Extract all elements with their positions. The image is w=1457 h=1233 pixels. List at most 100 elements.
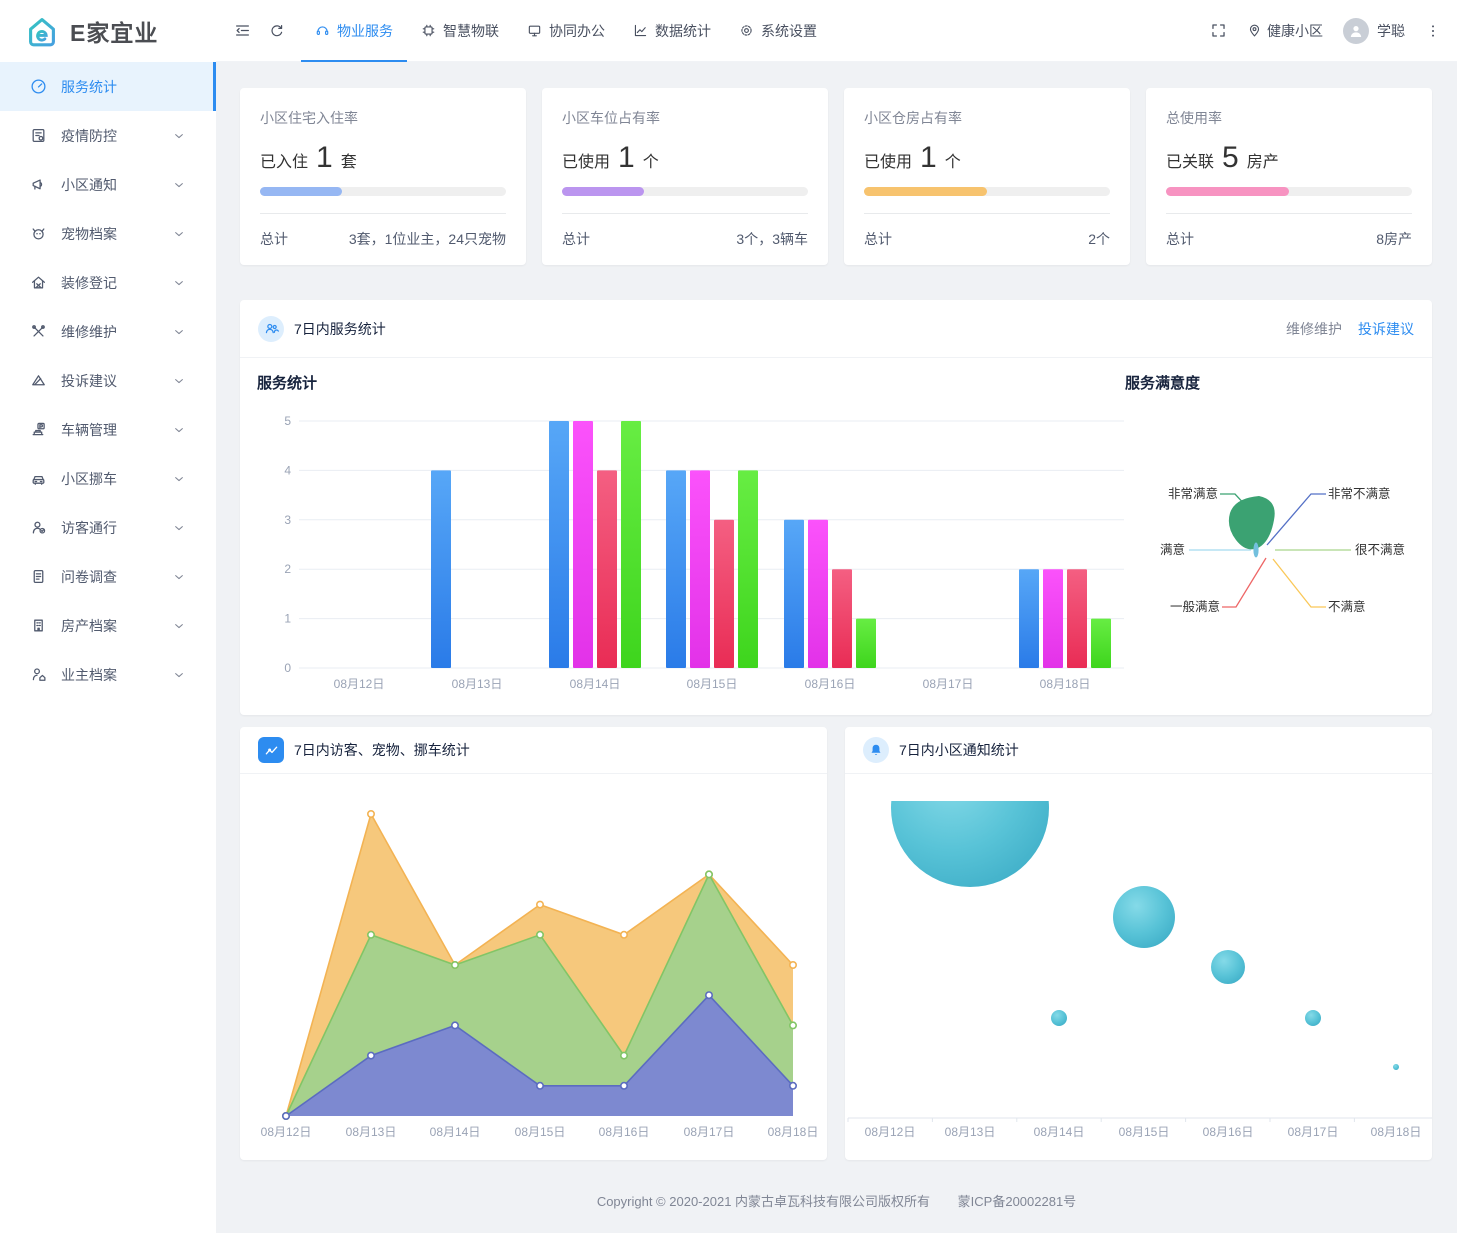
- notice-panel-body: 08月12日 08月13日 08月14日 08月15日 08月16日 08月17日 08月1…: [845, 774, 1432, 1161]
- footer: Copyright © 2020-2021 内蒙古卓瓦科技有限公司版权所有 蒙I…: [216, 1191, 1457, 1210]
- x-axis-tick: 08月12日: [865, 1125, 916, 1139]
- tab-4[interactable]: 系统设置: [725, 0, 831, 62]
- stat-card-1: 小区车位占有率 已使用 1 个总计 3个，3辆车: [542, 88, 828, 265]
- tab-label: 数据统计: [655, 22, 711, 39]
- tab-1[interactable]: 智慧物联: [407, 0, 513, 62]
- data-point: [788, 1021, 797, 1030]
- sidebar-item-5[interactable]: 维修维护: [0, 307, 216, 356]
- sidebar-item-4[interactable]: 装修登记: [0, 258, 216, 307]
- bar-series1: [1019, 569, 1039, 668]
- location-pin-icon: [1247, 23, 1262, 38]
- data-point: [451, 1021, 460, 1030]
- notice-panel-title: 7日内小区通知统计: [899, 742, 1019, 758]
- topbar: 物业服务 智慧物联 协同办公 数据统计 系统设置 健康小区 学聪: [216, 0, 1457, 62]
- data-point: [281, 1111, 290, 1120]
- card-prefix: 已入住: [260, 154, 309, 171]
- x-axis-tick: 08月17日: [923, 677, 974, 691]
- data-point: [367, 930, 376, 939]
- sidebar-item-1[interactable]: 疫情防控: [0, 111, 216, 160]
- link-complaint[interactable]: 投诉建议: [1358, 319, 1414, 339]
- tab-label: 系统设置: [761, 22, 817, 39]
- sidebar-item-2[interactable]: 小区通知: [0, 160, 216, 209]
- chart-icon: [634, 24, 647, 37]
- card-unit: 个: [642, 154, 659, 171]
- logo[interactable]: E家宜业: [0, 0, 216, 62]
- sidebar-item-0[interactable]: 服务统计: [0, 62, 216, 111]
- card-total-label: 总计: [260, 231, 288, 247]
- card-footer: 总计 3个，3辆车: [562, 213, 808, 249]
- refresh-button[interactable]: [269, 23, 285, 39]
- sidebar-item-label: 投诉建议: [61, 372, 117, 389]
- community-name: 健康小区: [1267, 22, 1323, 39]
- username: 学聪: [1377, 22, 1405, 39]
- pie-label: 非常满意: [1168, 486, 1218, 501]
- pie-label: 满意: [1160, 542, 1185, 557]
- sidebar-item-10[interactable]: 问卷调查: [0, 552, 216, 601]
- user-menu[interactable]: 学聪: [1343, 17, 1405, 44]
- data-point: [619, 1081, 628, 1090]
- chevron-down-icon: [172, 423, 200, 437]
- data-point: [619, 1051, 628, 1060]
- chevron-down-icon: [175, 672, 183, 677]
- sidebar-item-6[interactable]: 投诉建议: [0, 356, 216, 405]
- card-title: 小区住宅入住率: [260, 110, 358, 126]
- x-axis-tick: 08月16日: [599, 1125, 650, 1139]
- bar-series2: [573, 421, 593, 668]
- bar-series4: [738, 470, 758, 668]
- tab-label: 智慧物联: [443, 22, 499, 39]
- y-axis-tick: 0: [284, 661, 291, 675]
- notice-bubble: [1393, 1064, 1399, 1070]
- visitor-area-chart: 08月12日 08月13日 08月14日 08月15日 08月16日 08月17日 08月1…: [261, 809, 819, 1139]
- bar-series3: [832, 569, 852, 668]
- card-main-value: 已使用 1 个: [864, 141, 1110, 175]
- sidebar-item-label: 问卷调查: [61, 568, 117, 585]
- survey-icon: [33, 570, 44, 583]
- sidebar-item-12[interactable]: 业主档案: [0, 650, 216, 699]
- tab-0[interactable]: 物业服务: [301, 0, 407, 62]
- fullscreen-button[interactable]: [1210, 22, 1227, 39]
- card-prefix: 已使用: [562, 154, 611, 171]
- sidebar-item-8[interactable]: 小区挪车: [0, 454, 216, 503]
- card-title: 总使用率: [1166, 110, 1222, 126]
- card-total-value: 3个，3辆车: [736, 231, 808, 247]
- data-point: [788, 961, 797, 970]
- monitor-icon: [528, 25, 541, 37]
- card-number: 5: [1222, 141, 1239, 174]
- card-main-value: 已使用 1 个: [562, 141, 808, 175]
- chevron-down-icon: [172, 178, 200, 192]
- notice-bubble-chart: 08月12日 08月13日 08月14日 08月15日 08月16日 08月17日 08月1…: [847, 801, 1432, 1139]
- tab-label: 协同办公: [549, 22, 605, 39]
- x-axis-tick: 08月18日: [768, 1125, 819, 1139]
- sidebar-item-7[interactable]: 车辆管理: [0, 405, 216, 454]
- kebab-menu-button[interactable]: [1425, 23, 1441, 39]
- collapse-sidebar-button[interactable]: [234, 22, 251, 39]
- bar-series2: [808, 519, 828, 668]
- tab-2[interactable]: 协同办公: [513, 0, 619, 62]
- community-selector[interactable]: 健康小区: [1247, 21, 1323, 41]
- bar-series4: [1091, 618, 1111, 668]
- sidebar-item-11[interactable]: 房产档案: [0, 601, 216, 650]
- pie-label: 很不满意: [1355, 542, 1405, 557]
- sidebar-item-label: 车辆管理: [61, 421, 117, 438]
- complaint-icon: [32, 375, 45, 386]
- megaphone-icon: [32, 179, 43, 190]
- link-maintenance[interactable]: 维修维护: [1286, 319, 1342, 339]
- tab-3[interactable]: 数据统计: [619, 0, 725, 62]
- visitor-icon: [32, 521, 46, 534]
- sidebar: E家宜业 服务统计 疫情防控 小区通知 宠物档案 装修登记 维修维护投诉建议车辆管理小区挪…: [0, 0, 216, 1233]
- sidebar-item-3[interactable]: 宠物档案: [0, 209, 216, 258]
- bar-series4: [856, 618, 876, 668]
- card-progress-track: [864, 187, 1110, 196]
- x-axis-tick: 08月17日: [1288, 1125, 1339, 1139]
- bar-series3: [1067, 569, 1087, 668]
- sidebar-item-9[interactable]: 访客通行: [0, 503, 216, 552]
- data-point: [535, 900, 544, 909]
- bar-series3: [597, 470, 617, 668]
- chevron-down-icon: [172, 570, 200, 584]
- pie-label: 一般满意: [1170, 599, 1220, 614]
- pie-slice-very-satisfied: [1228, 496, 1275, 550]
- visitor-stats-panel: 7日内访客、宠物、挪车统计 08月12日 08月13日 08月14日 08月15日 08…: [240, 727, 827, 1160]
- card-progress-fill: [260, 187, 342, 196]
- x-axis-tick: 08月15日: [1119, 1125, 1170, 1139]
- card-total-value: 3套，1位业主，24只宠物: [348, 231, 506, 247]
